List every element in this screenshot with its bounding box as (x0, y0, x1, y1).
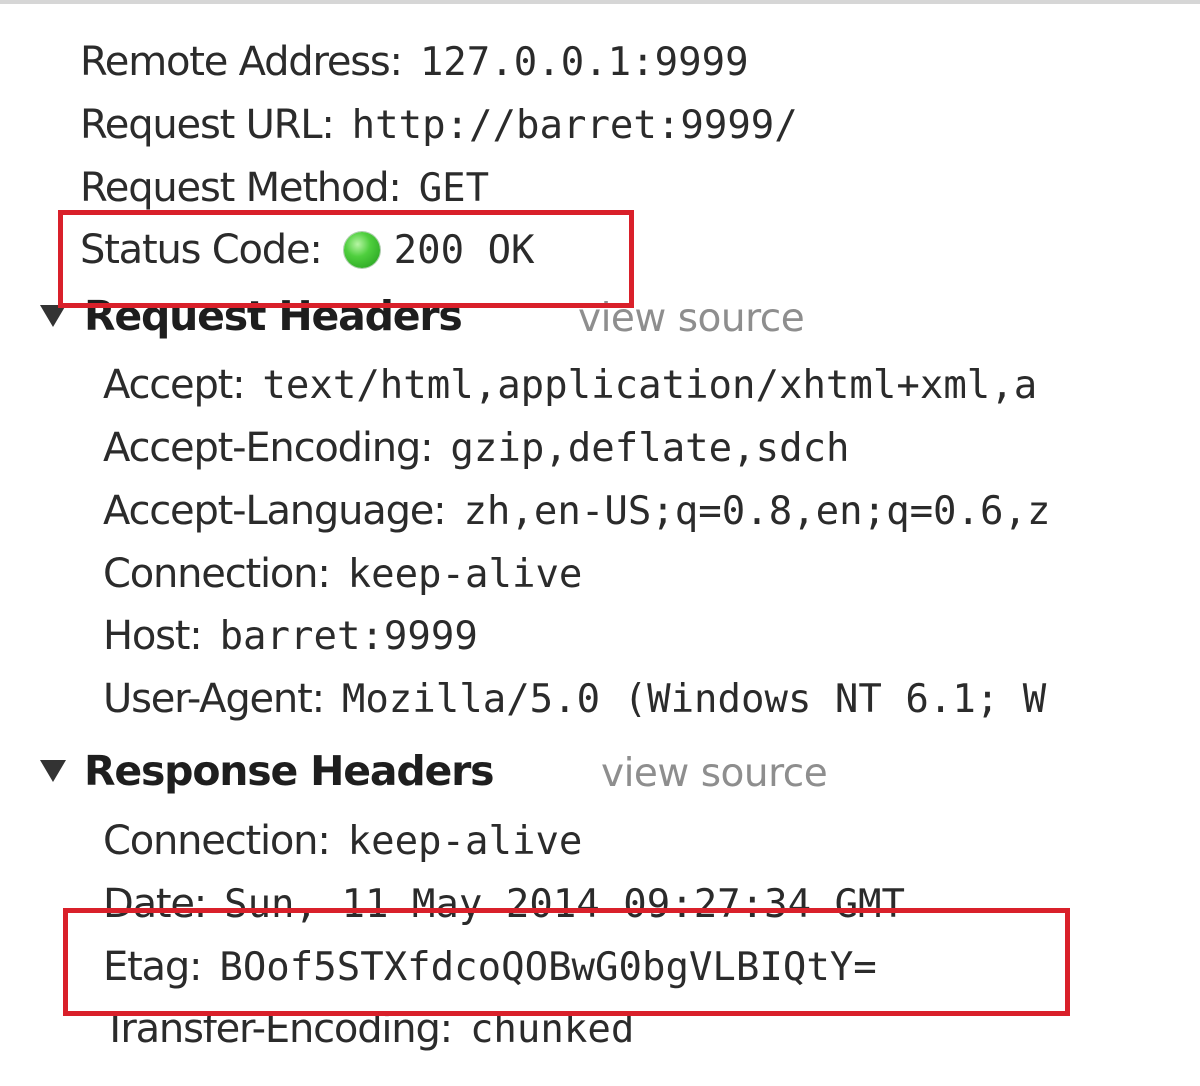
response-headers-header[interactable]: Response Headers (40, 743, 495, 799)
header-key: Host: (103, 613, 203, 659)
request-url-key: Request URL: (80, 102, 335, 148)
header-value: keep-alive (347, 818, 583, 864)
header-key: Transfer-Encoding: (103, 1006, 453, 1052)
remote-address-key: Remote Address: (80, 39, 403, 85)
request-headers-header[interactable]: Request Headers (40, 288, 463, 344)
request-method-value: GET (418, 165, 490, 211)
status-code-row: Status Code: 200 OK (80, 222, 535, 278)
response-view-source-link[interactable]: view source (601, 751, 828, 796)
header-key: Connection: (103, 551, 331, 597)
header-row: Accept-Language: zh,en-US;q=0.8,en;q=0.6… (103, 483, 1050, 539)
header-value: keep-alive (347, 551, 583, 597)
header-value: BOof5STXfdcoQOBwG0bgVLBIQtY= (219, 944, 877, 990)
header-row: Etag: BOof5STXfdcoQOBwG0bgVLBIQtY= (103, 939, 877, 995)
request-view-source-link[interactable]: view source (578, 296, 805, 341)
header-row: Transfer-Encoding: chunked (103, 1001, 634, 1057)
header-value: Sun, 11 May 2014 09:27:34 GMT (224, 881, 906, 927)
header-key: Accept: (103, 362, 246, 408)
header-value: zh,en-US;q=0.8,en;q=0.6,z (463, 488, 1051, 534)
header-key: Accept-Encoding: (103, 425, 434, 471)
header-row: Connection: keep-alive (103, 546, 582, 602)
header-row: Accept: text/html,application/xhtml+xml,… (103, 357, 1037, 413)
header-row: User-Agent: Mozilla/5.0 (Windows NT 6.1;… (103, 671, 1046, 727)
header-key: Etag: (103, 944, 203, 990)
collapse-triangle-icon[interactable] (40, 305, 66, 327)
header-row: Date: Sun, 11 May 2014 09:27:34 GMT (103, 876, 905, 932)
status-ok-icon (343, 232, 380, 268)
header-value: chunked (469, 1006, 635, 1052)
top-divider (0, 0, 1200, 4)
request-headers-title: Request Headers (84, 292, 463, 340)
response-headers-title: Response Headers (84, 747, 495, 795)
header-key: Connection: (103, 818, 331, 864)
header-value: Mozilla/5.0 (Windows NT 6.1; W (341, 676, 1047, 722)
remote-address-row: Remote Address: 127.0.0.1:9999 (80, 34, 749, 90)
header-value: text/html,application/xhtml+xml,a (262, 362, 1038, 408)
header-value: barret:9999 (219, 613, 478, 659)
header-row: Host: barret:9999 (103, 608, 478, 664)
request-method-row: Request Method: GET (80, 160, 489, 216)
header-key: Accept-Language: (103, 488, 447, 534)
request-url-row: Request URL: http://barret:9999/ (80, 97, 798, 153)
status-code-key: Status Code: (80, 227, 323, 273)
remote-address-value: 127.0.0.1:9999 (419, 39, 749, 85)
header-row: Accept-Encoding: gzip,deflate,sdch (103, 420, 850, 476)
header-value: gzip,deflate,sdch (450, 425, 850, 471)
request-url-value: http://barret:9999/ (351, 102, 798, 148)
request-method-key: Request Method: (80, 165, 402, 211)
collapse-triangle-icon[interactable] (40, 760, 66, 782)
header-key: Date: (103, 881, 207, 927)
header-key: User-Agent: (103, 676, 325, 722)
status-code-value: 200 OK (393, 227, 535, 273)
header-row: Connection: keep-alive (103, 813, 582, 869)
